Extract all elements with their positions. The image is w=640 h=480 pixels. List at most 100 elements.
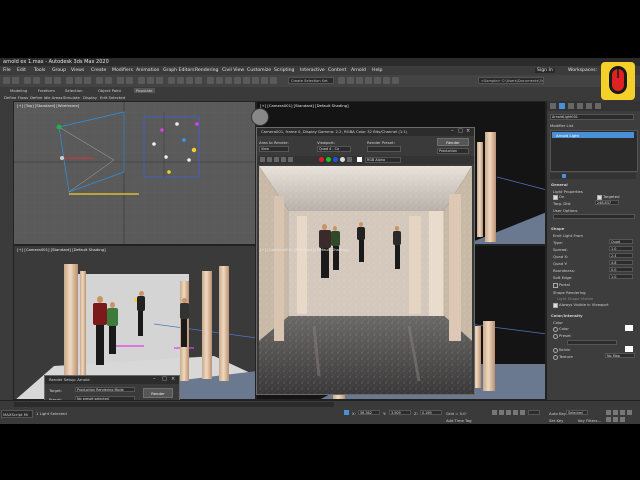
set-key-button[interactable]: Set Key [549, 418, 563, 423]
move-icon[interactable] [66, 77, 73, 84]
lock-selection-icon[interactable] [344, 410, 349, 415]
targ-dist-input[interactable]: 248.837 [595, 200, 619, 205]
material-editor-icon[interactable] [168, 77, 175, 84]
play-icon[interactable] [506, 410, 511, 415]
isolate-icon[interactable] [234, 77, 241, 84]
display-tab-icon[interactable] [586, 103, 592, 109]
green-channel-icon[interactable] [326, 157, 331, 162]
schematic-icon[interactable] [156, 77, 163, 84]
menu-rendering[interactable]: Rendering [195, 68, 218, 73]
undo-icon[interactable] [3, 77, 10, 84]
unlink-icon[interactable] [33, 77, 40, 84]
ribbon-tab-selection[interactable]: Selection [65, 88, 83, 93]
clone-window-icon[interactable] [274, 157, 279, 162]
zoom-icon[interactable] [606, 410, 611, 415]
menu-help[interactable]: Help [372, 68, 382, 73]
minimize-icon[interactable]: – [153, 376, 156, 382]
viewport-layout-icon[interactable] [243, 77, 250, 84]
sign-in-button[interactable]: Sign In [535, 68, 555, 73]
texture-radio[interactable] [553, 355, 558, 360]
on-checkbox[interactable] [553, 195, 558, 200]
project-icon[interactable] [383, 77, 390, 84]
color-swatch[interactable] [625, 325, 633, 331]
mirror-icon[interactable] [117, 77, 124, 84]
type-dropdown[interactable]: Quad [609, 239, 633, 244]
pan-icon[interactable] [606, 417, 611, 422]
portal-checkbox[interactable] [553, 283, 558, 288]
go-to-start-icon[interactable] [492, 410, 497, 415]
alpha-channel-icon[interactable] [340, 157, 345, 162]
color-radio[interactable] [553, 327, 558, 332]
menu-content[interactable]: Content [328, 68, 346, 73]
menu-tools[interactable]: Tools [34, 68, 45, 73]
menu-interactive[interactable]: Interactive [300, 68, 325, 73]
render-setup-icon[interactable] [177, 77, 184, 84]
blue-channel-icon[interactable] [333, 157, 338, 162]
clear-icon[interactable] [288, 157, 293, 162]
close-icon[interactable]: × [171, 376, 175, 382]
stack-item-selected[interactable]: Arnold Light [552, 132, 634, 138]
ribbon-display[interactable]: Display [83, 95, 97, 100]
select-icon[interactable] [45, 77, 52, 84]
render-setup-render-button[interactable]: Render [143, 388, 173, 398]
render-teapot-icon[interactable] [195, 77, 202, 84]
snap-icon[interactable] [96, 77, 103, 84]
selection-set-dropdown[interactable]: Create Selection Set [288, 77, 334, 84]
user-options-input[interactable] [553, 214, 635, 219]
next-frame-icon[interactable] [513, 410, 518, 415]
orbit-icon[interactable] [613, 417, 618, 422]
active-shade-icon[interactable] [356, 77, 363, 84]
menu-customize[interactable]: Customize [247, 68, 271, 73]
target-dropdown[interactable]: Production Rendering Mode [75, 387, 135, 392]
menu-scripting[interactable]: Scripting [274, 68, 294, 73]
align-icon[interactable] [126, 77, 133, 84]
y-coordinate-input[interactable]: 3.909 [389, 410, 411, 415]
menu-edit[interactable]: Edit [17, 68, 26, 73]
key-filters-button[interactable]: Key Filters... [578, 418, 601, 423]
maximize-icon[interactable]: □ [458, 128, 463, 134]
modify-tab-icon[interactable] [559, 103, 565, 109]
select-by-name-icon[interactable] [54, 77, 61, 84]
x-coordinate-input[interactable]: 56.362 [358, 410, 380, 415]
scale-icon[interactable] [84, 77, 91, 84]
named-selection-icon[interactable] [207, 77, 214, 84]
rotate-icon[interactable] [75, 77, 82, 84]
menu-group[interactable]: Group [52, 68, 66, 73]
minimize-icon[interactable]: – [451, 128, 454, 134]
field-of-view-icon[interactable] [627, 410, 632, 415]
quad-y-input[interactable]: 4.8 [609, 260, 633, 265]
a360-icon[interactable] [365, 77, 372, 84]
color-rollout-title[interactable]: Color/Intensity [551, 313, 583, 318]
rendered-image[interactable] [259, 166, 472, 394]
view-cube-icon[interactable] [251, 108, 269, 126]
render-button[interactable]: Render [437, 138, 469, 146]
close-icon[interactable]: × [466, 128, 470, 134]
object-name-field[interactable]: ArnoldLight001 [550, 114, 634, 120]
keyboard-icon[interactable] [270, 77, 277, 84]
pivot-icon[interactable] [261, 77, 268, 84]
general-rollout-title[interactable]: General [551, 182, 568, 187]
menu-modifiers[interactable]: Modifiers [112, 68, 133, 73]
z-coordinate-input[interactable]: 0.169 [420, 410, 442, 415]
auto-key-button[interactable]: Auto Key [549, 411, 566, 416]
help-icon[interactable] [392, 77, 399, 84]
ribbon-simulate[interactable]: Simulate [63, 95, 80, 100]
previous-frame-icon[interactable] [499, 410, 504, 415]
production-dropdown[interactable]: Production [437, 148, 469, 154]
window-crossing-icon[interactable] [252, 77, 259, 84]
motion-tab-icon[interactable] [577, 103, 583, 109]
kelvin-swatch[interactable] [625, 346, 633, 352]
viewport-dropdown[interactable]: Quad 4 - Ca [317, 146, 351, 152]
menu-views[interactable]: Views [71, 68, 84, 73]
menu-civil-view[interactable]: Civil View [222, 68, 244, 73]
link-icon[interactable] [24, 77, 31, 84]
render-frame-icon[interactable] [186, 77, 193, 84]
print-icon[interactable] [281, 157, 286, 162]
ribbon-define-flows[interactable]: Define Flows [4, 95, 28, 100]
kelvin-radio[interactable] [553, 348, 558, 353]
menu-arnold[interactable]: Arnold [351, 68, 366, 73]
menu-animation[interactable]: Animation [136, 68, 159, 73]
utilities-tab-icon[interactable] [595, 103, 601, 109]
create-tab-icon[interactable] [550, 103, 556, 109]
render-production-icon[interactable] [338, 77, 345, 84]
